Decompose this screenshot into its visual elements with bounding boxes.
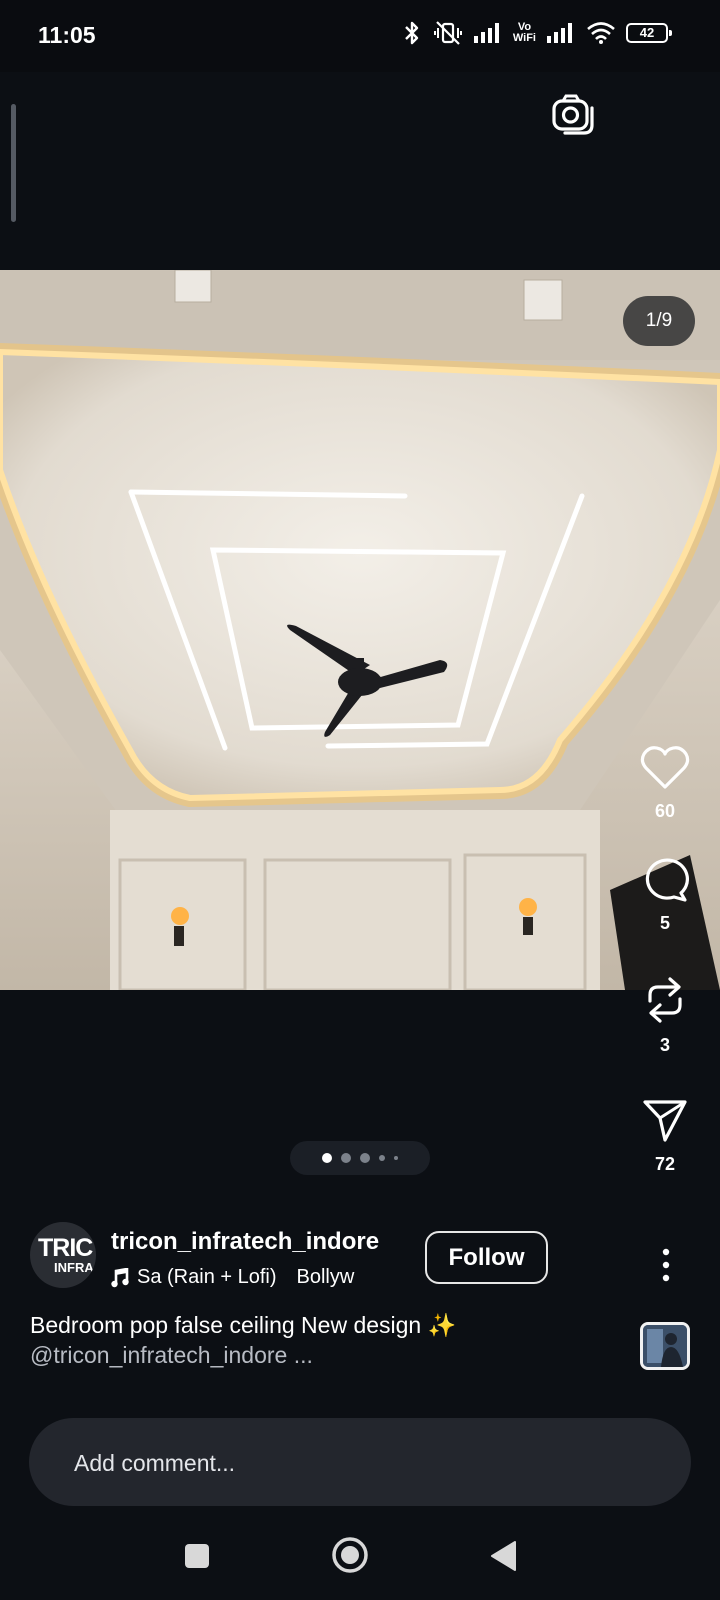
bluetooth-icon bbox=[405, 21, 419, 45]
heart-icon bbox=[640, 746, 690, 789]
post-caption[interactable]: Bedroom pop false ceiling New design ✨ @… bbox=[30, 1310, 600, 1370]
caption-text: Bedroom pop false ceiling New design ✨ bbox=[30, 1312, 457, 1338]
music-song: Sa (Rain + Lofi) bbox=[137, 1266, 277, 1289]
music-note-icon bbox=[111, 1267, 129, 1287]
audio-thumbnail[interactable] bbox=[640, 1322, 690, 1370]
comment-bubble-icon bbox=[645, 858, 689, 902]
status-bar: 11:05 Vo WiFi 42 bbox=[0, 0, 720, 72]
system-nav-bar bbox=[0, 1518, 720, 1600]
avatar-logo-text: TRIC bbox=[38, 1234, 93, 1262]
carousel-dot-2[interactable] bbox=[341, 1153, 351, 1163]
camera-button[interactable] bbox=[551, 92, 595, 136]
repost-button[interactable]: 3 bbox=[625, 975, 705, 1056]
share-count: 72 bbox=[654, 1154, 676, 1174]
comment-input[interactable]: Add comment... bbox=[29, 1418, 691, 1506]
page-counter: 1/9 bbox=[623, 296, 695, 346]
vowifi-indicator: Vo WiFi bbox=[513, 22, 536, 44]
vowifi-bottom-label: WiFi bbox=[512, 32, 536, 44]
carousel-dot-1[interactable] bbox=[322, 1153, 332, 1163]
share-button[interactable]: 72 bbox=[625, 1098, 705, 1175]
wifi-icon bbox=[587, 22, 615, 44]
vibrate-mute-icon bbox=[433, 21, 462, 45]
follow-button[interactable]: Follow bbox=[425, 1231, 548, 1284]
audio-thumbnail-image bbox=[643, 1325, 687, 1367]
carousel-dot-3[interactable] bbox=[360, 1153, 370, 1163]
home-icon[interactable] bbox=[331, 1536, 369, 1574]
author-username[interactable]: tricon_infratech_indore bbox=[111, 1228, 379, 1256]
post-photo[interactable] bbox=[0, 270, 720, 990]
top-area bbox=[0, 72, 720, 270]
music-artist: Bollyw bbox=[296, 1266, 355, 1289]
author-row: TRIC INFRA tricon_infratech_indore Sa (R… bbox=[30, 1222, 630, 1292]
send-icon bbox=[643, 1100, 687, 1142]
ceiling-photo-illustration bbox=[0, 270, 720, 990]
like-button[interactable]: 60 bbox=[625, 745, 705, 822]
comment-button[interactable]: 5 bbox=[625, 857, 705, 934]
status-time: 11:05 bbox=[38, 22, 96, 48]
music-info[interactable]: Sa (Rain + Lofi) Bollyw bbox=[111, 1266, 407, 1294]
caption-mention[interactable]: @tricon_infratech_indore ... bbox=[30, 1340, 600, 1370]
avatar-logo-subtext: INFRA bbox=[54, 1260, 94, 1275]
camera-icon bbox=[552, 94, 594, 135]
carousel-dot-4[interactable] bbox=[379, 1155, 385, 1161]
more-options-button[interactable] bbox=[649, 1245, 683, 1285]
battery-indicator: 42 bbox=[626, 23, 672, 43]
comment-placeholder: Add comment... bbox=[74, 1450, 236, 1476]
repost-count: 3 bbox=[659, 1035, 670, 1055]
carousel-indicator[interactable] bbox=[290, 1141, 430, 1175]
like-count: 60 bbox=[654, 801, 676, 821]
repost-icon bbox=[648, 977, 682, 1023]
avatar[interactable]: TRIC INFRA bbox=[30, 1222, 96, 1288]
carousel-dot-5[interactable] bbox=[394, 1156, 398, 1160]
signal-icon-2 bbox=[547, 23, 572, 43]
status-icons: Vo WiFi 42 bbox=[401, 20, 672, 46]
more-vertical-icon bbox=[662, 1248, 670, 1282]
comment-count: 5 bbox=[659, 913, 670, 933]
back-icon[interactable] bbox=[489, 1540, 517, 1572]
scroll-handle[interactable] bbox=[11, 104, 16, 222]
signal-icon bbox=[473, 23, 499, 43]
recent-apps-icon[interactable] bbox=[184, 1543, 210, 1569]
